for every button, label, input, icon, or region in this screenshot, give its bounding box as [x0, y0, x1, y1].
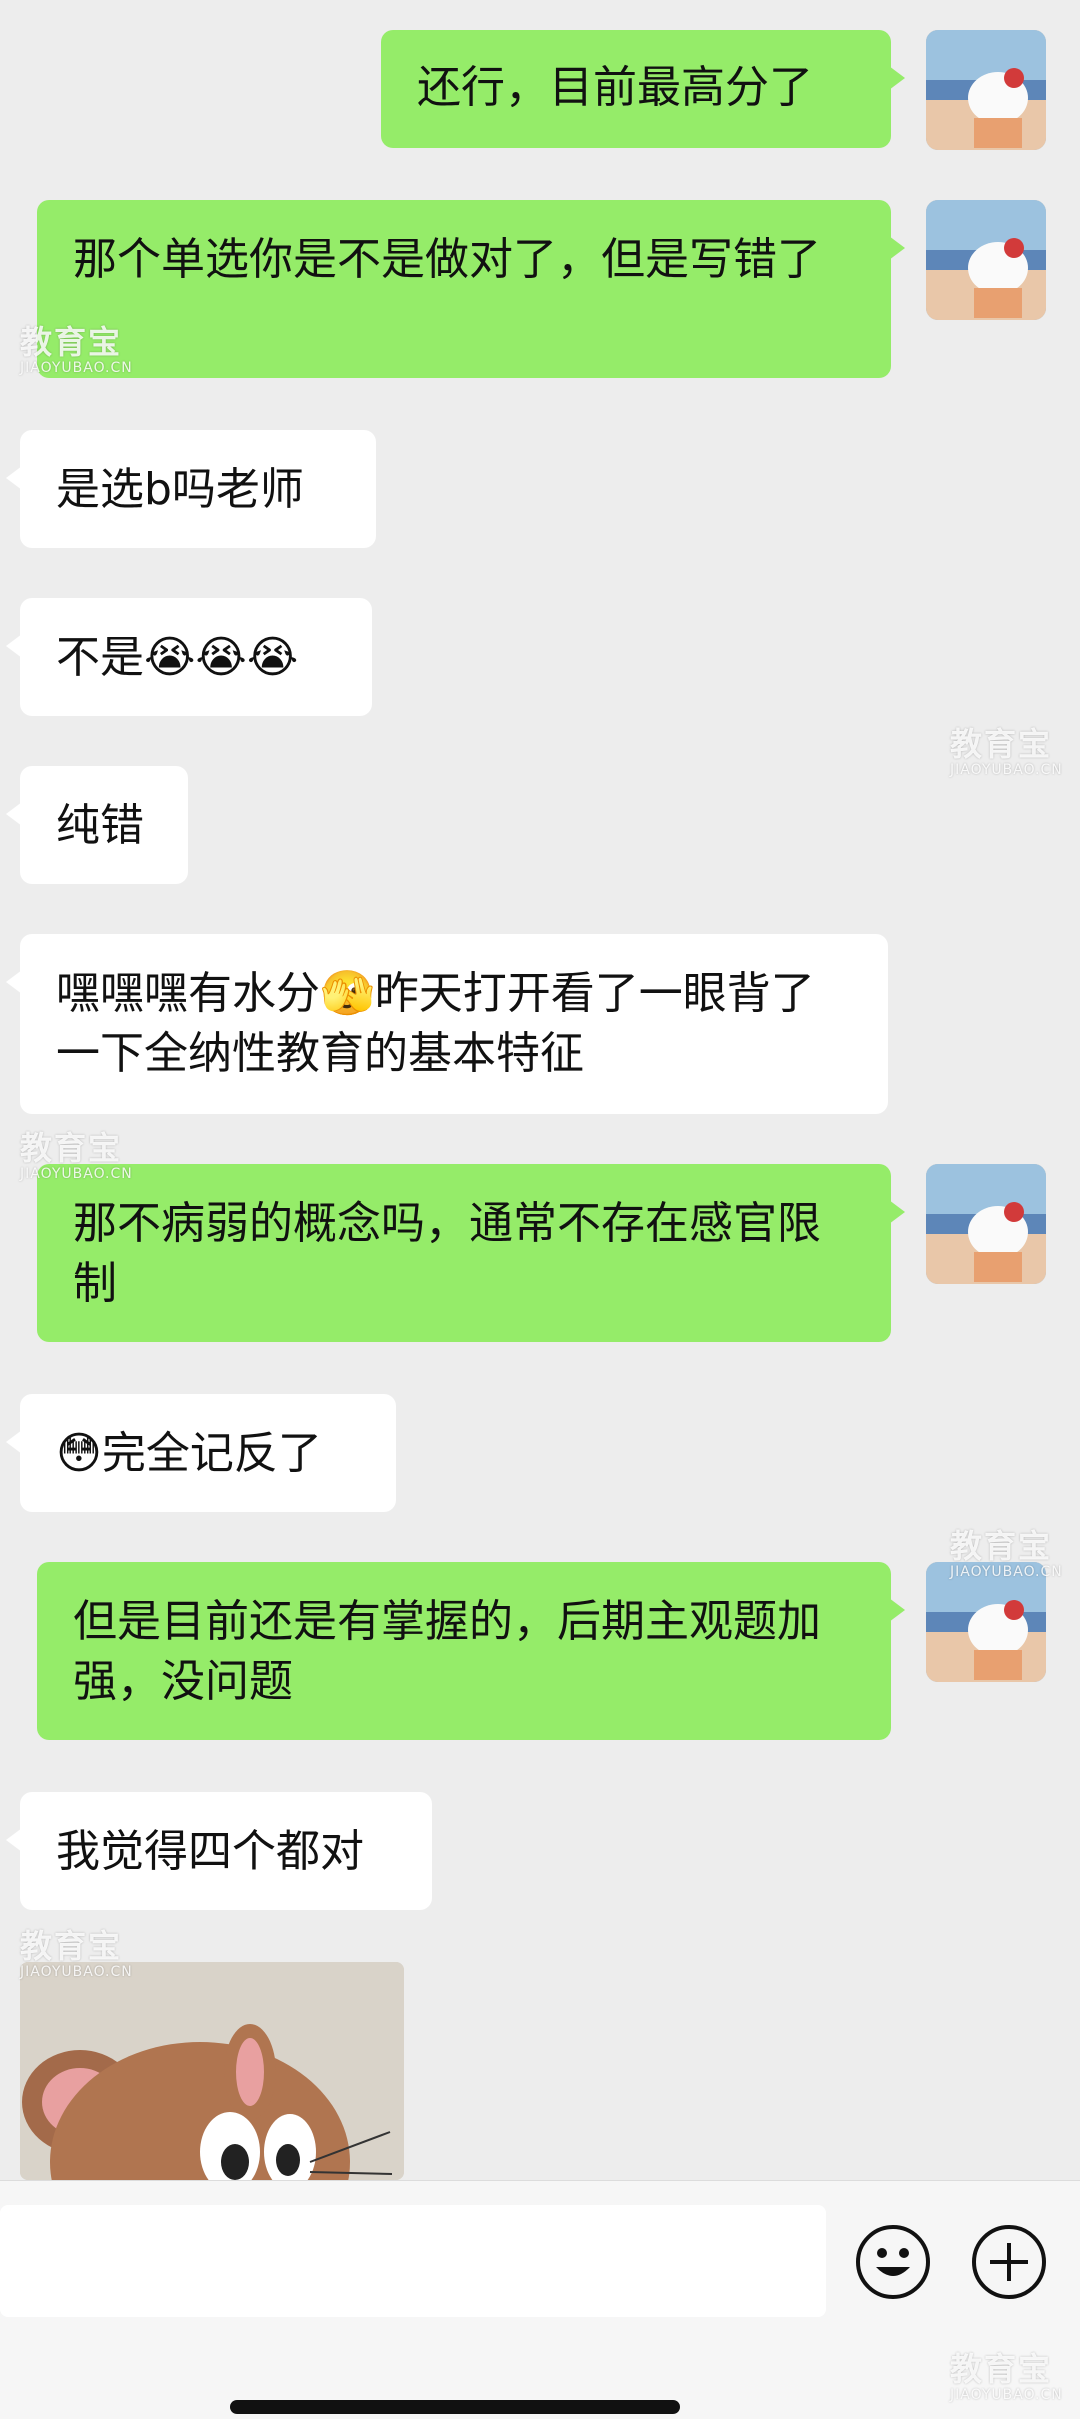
- emoji-icon: [876, 2248, 910, 2276]
- message-input[interactable]: [0, 2205, 826, 2317]
- input-bar: 教育宝 JIAOYUBAO.CN: [0, 2180, 1080, 2419]
- message-bubble-sent[interactable]: 还行，目前最高分了: [381, 30, 905, 148]
- message-bubble-received[interactable]: 😳完全记反了: [6, 1394, 396, 1512]
- avatar[interactable]: [926, 1164, 1046, 1284]
- chat-area[interactable]: 还行，目前最高分了 那个单选你是不是做对了，但是写错了 是选b吗老师 不是😭😭😭…: [0, 0, 1080, 2180]
- message-bubble-received[interactable]: 不是😭😭😭: [6, 598, 372, 716]
- home-indicator[interactable]: [230, 2400, 680, 2414]
- watermark: 教育宝 JIAOYUBAO.CN: [20, 1927, 133, 1980]
- avatar[interactable]: [926, 1562, 1046, 1682]
- watermark: 教育宝 JIAOYUBAO.CN: [950, 725, 1063, 778]
- message-bubble-received[interactable]: 嘿嘿嘿有水分🫣昨天打开看了一眼背了一下全纳性教育的基本特征: [6, 934, 888, 1114]
- message-bubble-sent[interactable]: 那个单选你是不是做对了，但是写错了: [37, 200, 905, 378]
- watermark: 教育宝 JIAOYUBAO.CN: [20, 323, 133, 376]
- avatar[interactable]: [926, 200, 1046, 320]
- avatar[interactable]: [926, 30, 1046, 150]
- watermark: 教育宝 JIAOYUBAO.CN: [950, 2350, 1063, 2403]
- image-message-jerry-sticker[interactable]: [20, 1962, 404, 2180]
- message-bubble-sent[interactable]: 但是目前还是有掌握的，后期主观题加强，没问题: [37, 1562, 905, 1740]
- watermark: 教育宝 JIAOYUBAO.CN: [20, 1129, 133, 1182]
- watermark: 教育宝 JIAOYUBAO.CN: [950, 1527, 1063, 1580]
- message-bubble-received[interactable]: 是选b吗老师: [6, 430, 376, 548]
- jerry-mouse-sticker-icon: [20, 1962, 404, 2180]
- message-bubble-received[interactable]: 纯错: [6, 766, 188, 884]
- message-bubble-sent[interactable]: 那不病弱的概念吗，通常不存在感官限制: [37, 1164, 905, 1342]
- message-bubble-received[interactable]: 我觉得四个都对: [6, 1792, 432, 1910]
- emoji-button[interactable]: [856, 2225, 930, 2299]
- plus-button[interactable]: [972, 2225, 1046, 2299]
- plus-icon: [990, 2243, 1028, 2281]
